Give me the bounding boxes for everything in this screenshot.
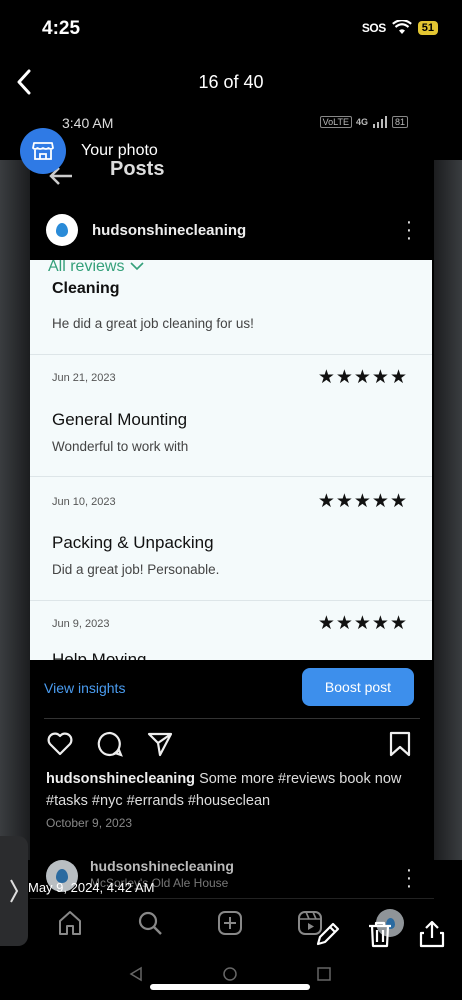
battery-icon: 51 [417, 20, 438, 35]
chevron-down-icon [130, 262, 144, 271]
android-back-icon[interactable] [128, 966, 144, 982]
review-text: He did a great job cleaning for us! [52, 316, 254, 331]
caption-username[interactable]: hudsonshinecleaning [46, 771, 195, 787]
background-blur [0, 160, 32, 860]
post-actions [30, 728, 434, 762]
divider [44, 718, 420, 719]
ios-status-bar: 4:25 SOS 51 [0, 0, 462, 56]
review-title: General Mounting [52, 410, 188, 429]
review-date: Jun 21, 2023 [52, 372, 116, 384]
divider [30, 476, 432, 477]
side-panel-handle[interactable] [0, 836, 28, 946]
comment-icon[interactable] [96, 730, 124, 758]
divider [30, 600, 432, 601]
more-options-icon[interactable]: · · · [404, 212, 414, 248]
heart-icon[interactable] [46, 730, 74, 758]
review-text: Did a great job! Personable. [52, 562, 220, 577]
trash-icon[interactable] [364, 918, 396, 950]
review-title: Help Moving [52, 650, 147, 660]
android-battery-icon: 81 [391, 116, 408, 128]
insights-bar: View insights Boost post [30, 660, 434, 718]
your-photo-badge[interactable]: Your photo [20, 128, 158, 174]
profile-name[interactable]: hudsonshinecleaning [90, 858, 234, 874]
embedded-screenshot[interactable]: 3:40 AM VoLTE 4G 81 Posts hudsonshinecle… [30, 108, 434, 1000]
photo-counter: 16 of 40 [198, 72, 264, 92]
review-date: Jun 9, 2023 [52, 618, 110, 630]
avatar[interactable] [46, 214, 78, 246]
home-indicator [150, 984, 310, 990]
post-author-row: hudsonshinecleaning · · · [30, 212, 434, 252]
profile-name[interactable]: hudsonshinecleaning [92, 222, 246, 239]
android-home-icon[interactable] [222, 966, 238, 982]
star-rating: ★★★★★ [317, 491, 408, 512]
photo-viewer-header: 16 of 40 [0, 60, 462, 104]
more-options-icon[interactable]: · · · [404, 860, 414, 896]
storefront-icon [32, 142, 54, 160]
your-photo-label: Your photo [81, 142, 158, 159]
review-text: Wonderful to work with [52, 439, 189, 454]
search-icon[interactable] [136, 909, 164, 937]
reviews-image: All reviews Cleaning He did a great job … [30, 260, 432, 660]
boost-post-button[interactable]: Boost post [302, 668, 414, 706]
star-rating: ★★★★★ [317, 367, 408, 388]
android-status-icons: VoLTE 4G 81 [319, 116, 408, 128]
create-post-icon[interactable] [216, 909, 244, 937]
share-upload-icon[interactable] [416, 918, 448, 950]
android-recents-icon[interactable] [316, 966, 332, 982]
post-date: October 9, 2023 [46, 816, 133, 830]
post-caption: hudsonshinecleaning Some more #reviews b… [46, 768, 426, 812]
photo-timestamp: May 9, 2024, 4:42 AM [28, 880, 155, 895]
review-title: Cleaning [52, 280, 120, 297]
reviews-filter: All reviews [48, 260, 145, 276]
edit-icon[interactable] [312, 918, 344, 950]
signal-icon [372, 116, 387, 128]
clock: 4:25 [42, 18, 81, 39]
network-icon: 4G [355, 117, 368, 127]
logo-icon [56, 223, 68, 237]
home-icon[interactable] [56, 909, 84, 937]
review-title: Packing & Unpacking [52, 533, 214, 552]
share-icon[interactable] [146, 730, 174, 758]
wifi-icon [391, 20, 412, 34]
background-blur [432, 160, 462, 860]
view-insights-link[interactable]: View insights [44, 680, 125, 696]
bookmark-icon[interactable] [386, 730, 414, 758]
photo-source-icon [20, 128, 66, 174]
review-date: Jun 10, 2023 [52, 496, 116, 508]
volte-icon: VoLTE [319, 116, 352, 128]
sos-indicator: SOS [361, 20, 386, 35]
chevron-right-icon [10, 879, 19, 903]
divider [30, 354, 432, 355]
star-rating: ★★★★★ [317, 613, 408, 634]
